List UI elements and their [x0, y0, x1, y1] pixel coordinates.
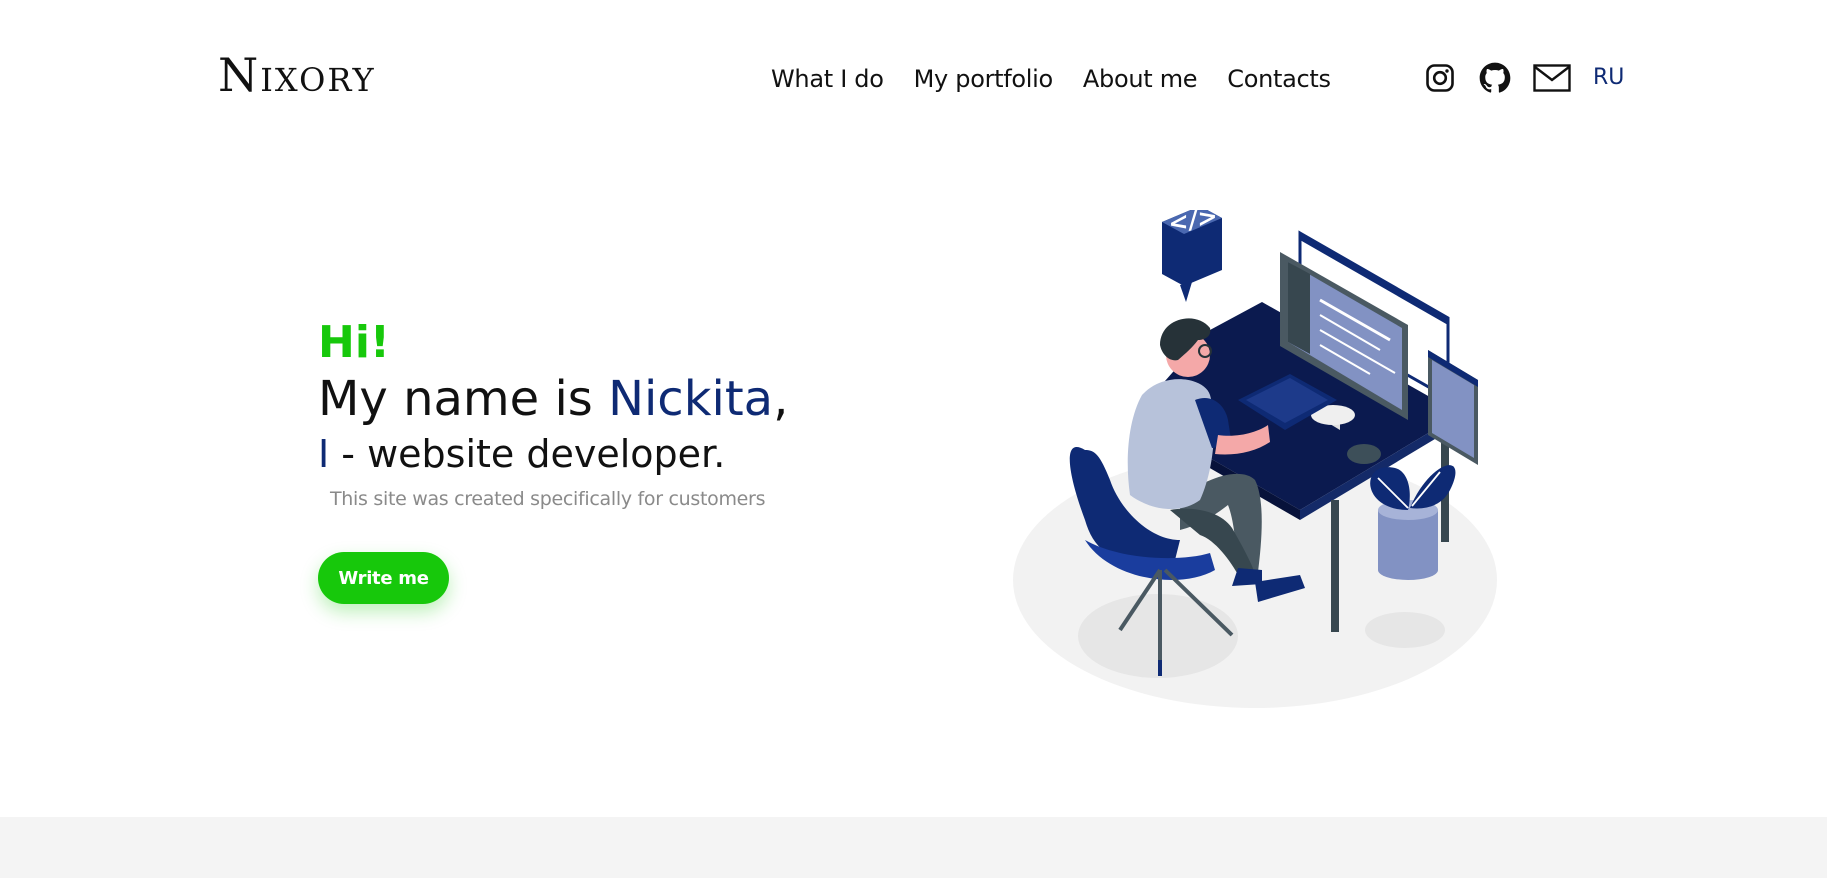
nav-item-about-me[interactable]: About me [1083, 64, 1198, 94]
nav-item-what-i-do[interactable]: What I do [771, 64, 884, 94]
hero-name-prefix: My name is [318, 371, 609, 427]
hero-text: Hi! My name is Nickita, I - website deve… [318, 316, 788, 510]
mail-icon[interactable] [1533, 64, 1571, 92]
site-header: Nixory What I do My portfolio About me C… [0, 0, 1827, 160]
nav-item-contacts[interactable]: Contacts [1227, 64, 1331, 94]
nav-item-my-portfolio[interactable]: My portfolio [914, 64, 1054, 94]
site-logo[interactable]: Nixory [218, 52, 376, 98]
hero-role-line: I - website developer. [318, 428, 788, 480]
developer-at-desk-illustration: </> [1000, 202, 1520, 735]
main-nav: What I do My portfolio About me Contacts [771, 64, 1331, 94]
hero-subtitle: This site was created specifically for c… [330, 488, 766, 510]
language-switch[interactable]: RU [1593, 63, 1624, 93]
next-section-band [0, 817, 1827, 878]
hero-name-suffix: , [773, 371, 789, 427]
hero-name: Nickita [608, 371, 774, 427]
hero-role-text: - website developer. [329, 432, 726, 476]
hero-name-line: My name is Nickita, [318, 370, 788, 428]
instagram-icon[interactable] [1425, 63, 1455, 93]
write-me-button[interactable]: Write me [318, 552, 449, 604]
social-links: RU [1425, 62, 1624, 94]
github-icon[interactable] [1479, 62, 1511, 94]
hero-role-pronoun: I [318, 432, 330, 476]
hero-greeting: Hi! [318, 317, 390, 368]
